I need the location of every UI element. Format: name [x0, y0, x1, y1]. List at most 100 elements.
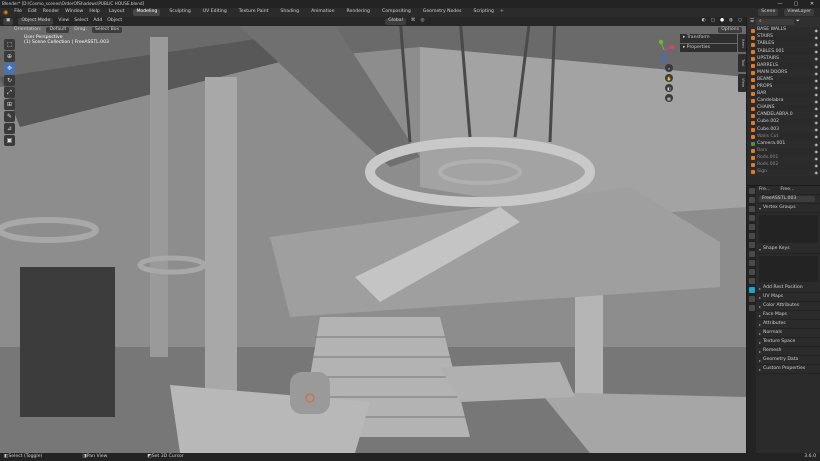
view-layer-selector[interactable]: ViewLayer — [784, 9, 814, 16]
object-name-field[interactable]: FreeASSTL.003 — [759, 195, 815, 203]
mode-selector[interactable]: Object Mode — [18, 18, 54, 25]
properties-section[interactable]: ▸ Properties — [680, 43, 737, 53]
outliner-row[interactable]: BAR ◉ — [747, 91, 820, 98]
cursor-tool[interactable]: ⊕ — [4, 51, 15, 62]
maximize-button[interactable]: ▢ — [788, 1, 804, 7]
view-layer-tab-icon[interactable] — [748, 215, 755, 221]
annotate-tool[interactable]: ✎ — [4, 111, 15, 122]
transform-section[interactable]: ▸ Transform — [680, 34, 737, 43]
outliner-row[interactable]: MAIN DOORS ◉ — [747, 69, 820, 77]
measure-tool[interactable]: ⊿ — [4, 123, 15, 134]
navigation-gizmo[interactable] — [652, 38, 676, 62]
pan-icon[interactable]: ✋ — [665, 74, 673, 82]
ortho-toggle-icon[interactable]: ▦ — [665, 94, 673, 102]
properties-panel-header[interactable]: ▸ Normals — [757, 329, 820, 338]
solid-shading-icon[interactable]: ● — [720, 19, 724, 24]
visibility-eye-icon[interactable]: ◉ — [815, 156, 820, 161]
outliner-row[interactable]: TABLES.001 ◉ — [747, 48, 820, 55]
outliner-row[interactable]: Bars ◉ — [747, 148, 820, 155]
visibility-eye-icon[interactable]: ◉ — [815, 99, 820, 104]
workspace-tab-uv-editing[interactable]: UV Editing — [200, 9, 230, 16]
workspace-tab-sculpting[interactable]: Sculpting — [166, 9, 193, 16]
shape-keys-list[interactable] — [759, 256, 818, 282]
xray-icon[interactable]: ▢ — [711, 19, 715, 24]
minimize-button[interactable]: — — [772, 1, 788, 7]
visibility-eye-icon[interactable]: ◉ — [815, 92, 820, 97]
outliner-row[interactable]: Candelabra ◉ — [747, 97, 820, 106]
menu-help[interactable]: Help — [89, 10, 99, 15]
z-axis-handle[interactable] — [661, 56, 667, 62]
properties-panel-header[interactable]: ▸ Geometry Data — [757, 356, 820, 365]
outliner-row[interactable]: Rods.001 ◉ — [747, 154, 820, 162]
close-button[interactable]: ✕ — [804, 1, 820, 7]
editor-type-button[interactable]: ▣ — [3, 18, 14, 25]
properties-panel-header[interactable]: ▾ Shape Keys — [757, 245, 820, 254]
properties-panel-header[interactable]: ▸ UV Maps — [757, 293, 820, 302]
visibility-eye-icon[interactable]: ◉ — [815, 78, 820, 83]
rotate-tool[interactable]: ↻ — [4, 75, 15, 86]
filter-icon[interactable]: ⏷ — [796, 19, 800, 25]
outliner-row[interactable]: UPSTAIRS ◉ — [747, 55, 820, 63]
workspace-tab-shading[interactable]: Shading — [277, 9, 302, 16]
constraints-tab-icon[interactable] — [748, 278, 755, 284]
object-tab-icon[interactable] — [748, 242, 755, 248]
visibility-eye-icon[interactable]: ◉ — [815, 134, 820, 139]
particles-tab-icon[interactable] — [748, 260, 755, 266]
visibility-eye-icon[interactable]: ◉ — [815, 149, 820, 154]
visibility-eye-icon[interactable]: ◉ — [815, 170, 820, 175]
properties-panel-header[interactable]: ▸ Custom Properties — [757, 365, 820, 374]
workspace-tab-scripting[interactable]: Scripting — [471, 9, 497, 16]
proportional-edit-icon[interactable]: ◎ — [420, 19, 424, 24]
visibility-eye-icon[interactable]: ◉ — [815, 85, 820, 90]
visibility-eye-icon[interactable]: ◉ — [815, 28, 820, 33]
outliner-row[interactable]: PROPS ◉ — [747, 83, 820, 91]
transform-orientation-selector[interactable]: Global — [385, 18, 406, 25]
modifier-tab-icon[interactable] — [748, 251, 755, 257]
options-dropdown[interactable]: Options — [718, 26, 742, 34]
move-tool[interactable]: ✥ — [4, 63, 15, 74]
visibility-eye-icon[interactable]: ◉ — [815, 71, 820, 76]
material-tab-icon[interactable] — [748, 296, 755, 302]
visibility-eye-icon[interactable]: ◉ — [815, 56, 820, 61]
properties-panel-header[interactable]: ▸ Remesh — [757, 347, 820, 356]
view-menu[interactable]: View — [58, 19, 69, 24]
add-cube-tool[interactable]: ▣ — [4, 135, 15, 146]
outliner-row[interactable]: BARRELS ◉ — [747, 62, 820, 69]
texture-tab-icon[interactable] — [748, 305, 755, 311]
outliner-row[interactable]: Walls Cut ◉ — [747, 133, 820, 140]
properties-context-right[interactable]: Free... — [780, 187, 794, 193]
tab-item[interactable]: Item — [738, 34, 746, 52]
visibility-eye-icon[interactable]: ◉ — [815, 142, 820, 147]
workspace-tab-layout[interactable]: Layout — [106, 9, 128, 16]
workspace-tab-texture-paint[interactable]: Texture Paint — [236, 9, 272, 16]
visibility-eye-icon[interactable]: ◉ — [815, 113, 820, 118]
outliner-row[interactable]: Camera.001 ◉ — [747, 140, 820, 148]
properties-context-left[interactable]: Fre... — [759, 187, 770, 193]
tool-tab-icon[interactable] — [748, 188, 755, 194]
x-axis-handle[interactable] — [669, 44, 675, 50]
output-tab-icon[interactable] — [748, 206, 755, 212]
outliner-search-field[interactable]: ⌕ — [756, 18, 795, 26]
visibility-eye-icon[interactable]: ◉ — [815, 127, 820, 132]
mesh-data-tab-icon[interactable] — [748, 287, 755, 293]
3d-viewport[interactable] — [0, 17, 746, 453]
menu-edit[interactable]: Edit — [28, 10, 37, 15]
vertex-groups-list[interactable] — [759, 215, 818, 243]
blender-logo-icon[interactable]: ◉ — [3, 9, 8, 16]
select-menu[interactable]: Select — [74, 19, 88, 24]
outliner-row[interactable]: Rods.002 ◉ — [747, 162, 820, 169]
render-tab-icon[interactable] — [748, 197, 755, 203]
visibility-eye-icon[interactable]: ◉ — [815, 35, 820, 40]
properties-panel-header[interactable]: ▾ Vertex Groups — [757, 204, 820, 213]
properties-panel-header[interactable]: ▸ Texture Space — [757, 338, 820, 347]
visibility-eye-icon[interactable]: ◉ — [815, 49, 820, 54]
properties-panel-header[interactable]: ▸ Color Attributes — [757, 302, 820, 311]
properties-panel-header[interactable]: ▸ Face Maps — [757, 311, 820, 320]
visibility-eye-icon[interactable]: ◉ — [815, 163, 820, 168]
outliner-row[interactable]: BEAMS ◉ — [747, 77, 820, 84]
outliner-row[interactable]: Cube.003 ◉ — [747, 126, 820, 134]
outliner-row[interactable]: TABLES ◉ — [747, 41, 820, 49]
outliner-row[interactable]: Cube.002 ◉ — [747, 119, 820, 126]
workspace-tab-rendering[interactable]: Rendering — [344, 9, 373, 16]
workspace-tab-modeling[interactable]: Modeling — [133, 9, 161, 16]
